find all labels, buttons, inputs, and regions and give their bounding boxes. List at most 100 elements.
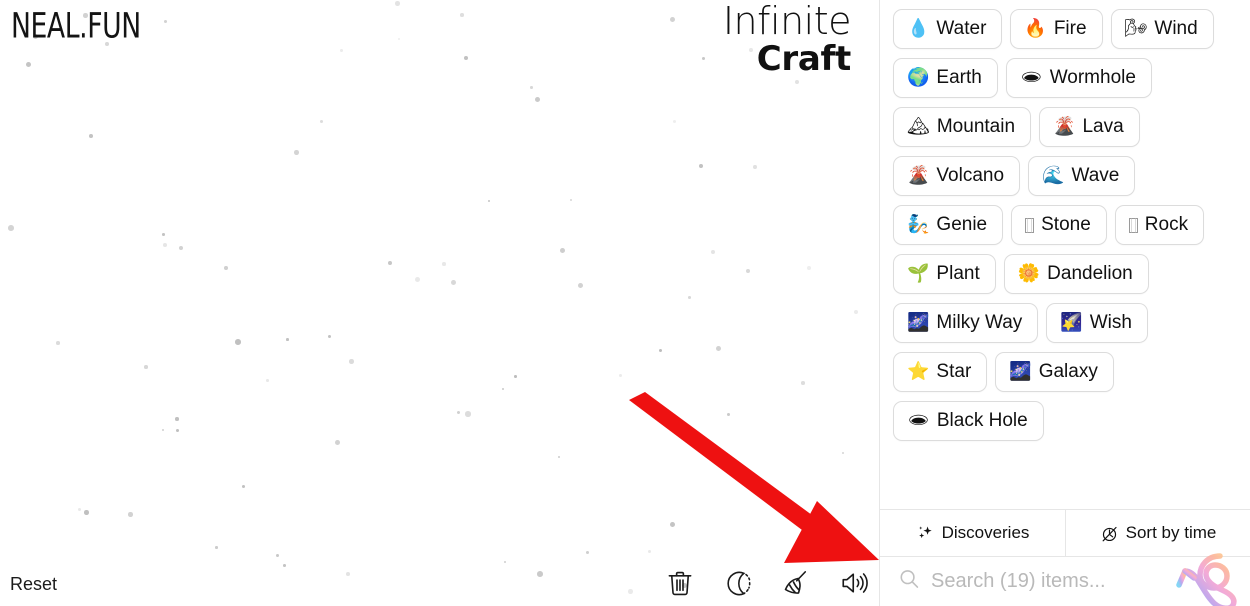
element-pill-label: Milky Way: [936, 312, 1023, 333]
tab-sort-by-time[interactable]: Sort by time: [1065, 510, 1250, 556]
stopwatch-icon: [1100, 524, 1119, 543]
background-dot: [807, 266, 812, 271]
element-pill[interactable]: 🌌 Galaxy: [995, 352, 1114, 392]
background-dot: [388, 261, 393, 266]
element-emoji-icon: 🧞: [907, 214, 930, 235]
element-emoji-icon: 🌠: [1060, 312, 1083, 333]
elements-sidebar: 💧 Water 🔥 Fire 🌬 Wind 🌍 Earth 🕳 Wormhole 🏔 Mountain…: [879, 0, 1250, 606]
background-dot: [688, 296, 691, 299]
element-pill[interactable]: 🏔 Mountain: [893, 107, 1032, 147]
background-dot: [175, 417, 179, 421]
element-pill[interactable]: 💧 Water: [893, 9, 1003, 49]
element-pill-label: Star: [936, 361, 972, 382]
element-pill[interactable]: 🕳 Black Hole: [893, 401, 1044, 441]
element-pill-label: Earth: [936, 67, 982, 88]
infinite-craft-app: NEAL.FUN Infinite Craft Reset 💧 Water 🔥 …: [0, 0, 1250, 606]
element-pill[interactable]: 🌋 Lava: [1039, 107, 1140, 147]
element-pill[interactable]: 🌱 Plant: [893, 254, 996, 294]
element-emoji-icon: 🌌: [1009, 361, 1032, 382]
background-dot: [242, 485, 246, 489]
background-dot: [578, 283, 584, 289]
trash-icon[interactable]: [663, 566, 697, 600]
element-pill-label: Mountain: [936, 116, 1016, 137]
element-emoji-icon: 🌋: [907, 165, 930, 186]
search-icon: [897, 567, 921, 596]
tab-discoveries[interactable]: Discoveries: [880, 510, 1065, 556]
tab-discoveries-label: Discoveries: [941, 523, 1030, 542]
element-pill[interactable]: 🌼 Dandelion: [1003, 254, 1149, 294]
element-pill[interactable]: 🕳 Wormhole: [1005, 58, 1152, 98]
element-pill[interactable]: Rock: [1114, 205, 1205, 245]
element-pill-label: Rock: [1144, 214, 1189, 235]
crafting-canvas[interactable]: NEAL.FUN Infinite Craft Reset: [0, 0, 879, 606]
background-dot: [346, 572, 350, 576]
sidebar-tabs: Discoveries Sort by time: [880, 509, 1250, 557]
element-pill[interactable]: 🧞 Genie: [893, 205, 1004, 245]
element-pill[interactable]: Stone: [1011, 205, 1107, 245]
background-dot: [670, 17, 676, 23]
element-emoji-icon: 🌬: [1124, 18, 1148, 39]
missing-glyph-icon: [1025, 217, 1035, 233]
background-dot: [26, 62, 31, 67]
background-dot: [699, 164, 703, 168]
element-pill-label: Dandelion: [1047, 263, 1133, 284]
background-dot: [164, 20, 167, 23]
background-dot: [163, 243, 167, 247]
element-pill-label: Wind: [1154, 18, 1198, 39]
reset-button[interactable]: Reset: [10, 574, 57, 595]
game-title-line-1: Infinite: [722, 0, 852, 43]
background-dot: [670, 522, 675, 527]
background-dot: [711, 250, 716, 255]
element-emoji-icon: 🕳: [907, 410, 930, 431]
search-bar[interactable]: [880, 553, 1250, 606]
element-pill[interactable]: 🌠 Wish: [1046, 303, 1148, 343]
background-dot: [537, 571, 543, 577]
background-dot: [8, 225, 14, 231]
background-dot: [488, 200, 491, 203]
background-dot: [320, 120, 324, 124]
element-pill[interactable]: 🌌 Milky Way: [893, 303, 1039, 343]
background-dot: [842, 452, 845, 455]
element-emoji-icon: 🕳: [1019, 67, 1043, 88]
background-dot: [801, 381, 805, 385]
search-input[interactable]: [931, 570, 1236, 593]
background-dot: [294, 150, 299, 155]
background-dot: [395, 1, 400, 6]
background-dot: [514, 375, 517, 378]
background-dot: [266, 379, 269, 382]
game-title: Infinite Craft: [722, 0, 852, 79]
game-title-line-2: Craft: [756, 39, 852, 79]
element-list-scroll-area[interactable]: 💧 Water 🔥 Fire 🌬 Wind 🌍 Earth 🕳 Wormhole 🏔 Mountain…: [880, 0, 1250, 509]
element-pill[interactable]: 🌊 Wave: [1028, 156, 1136, 196]
element-pill-label: Stone: [1041, 214, 1091, 235]
background-dot: [504, 561, 507, 564]
background-dot: [659, 349, 663, 353]
neal-fun-logo[interactable]: NEAL.FUN: [11, 6, 141, 46]
element-pill-label: Black Hole: [936, 410, 1028, 431]
element-emoji-icon: 🔥: [1024, 18, 1047, 39]
element-list: 💧 Water 🔥 Fire 🌬 Wind 🌍 Earth 🕳 Wormhole 🏔 Mountain…: [893, 9, 1240, 441]
element-pill[interactable]: 🌋 Volcano: [893, 156, 1021, 196]
element-pill-label: Wave: [1071, 165, 1120, 186]
background-dot: [128, 512, 133, 517]
background-dot: [415, 277, 420, 282]
element-pill[interactable]: 🔥 Fire: [1010, 9, 1103, 49]
background-dot: [673, 120, 677, 124]
sound-icon[interactable]: [837, 566, 871, 600]
element-emoji-icon: 💧: [907, 18, 930, 39]
broom-icon[interactable]: [779, 566, 813, 600]
element-pill[interactable]: 🌬 Wind: [1110, 9, 1214, 49]
element-pill[interactable]: ⭐ Star: [893, 352, 988, 392]
moon-icon[interactable]: [721, 566, 755, 600]
canvas-dot-background: [0, 0, 879, 606]
background-dot: [854, 310, 858, 314]
element-pill-label: Plant: [936, 263, 980, 284]
element-pill[interactable]: 🌍 Earth: [893, 58, 998, 98]
background-dot: [398, 38, 401, 41]
background-dot: [460, 13, 464, 17]
element-emoji-icon: 🌼: [1017, 263, 1041, 284]
element-pill-label: Volcano: [936, 165, 1005, 186]
element-emoji-icon: 🏔: [907, 116, 930, 137]
background-dot: [645, 403, 649, 407]
element-pill-label: Galaxy: [1038, 361, 1098, 382]
